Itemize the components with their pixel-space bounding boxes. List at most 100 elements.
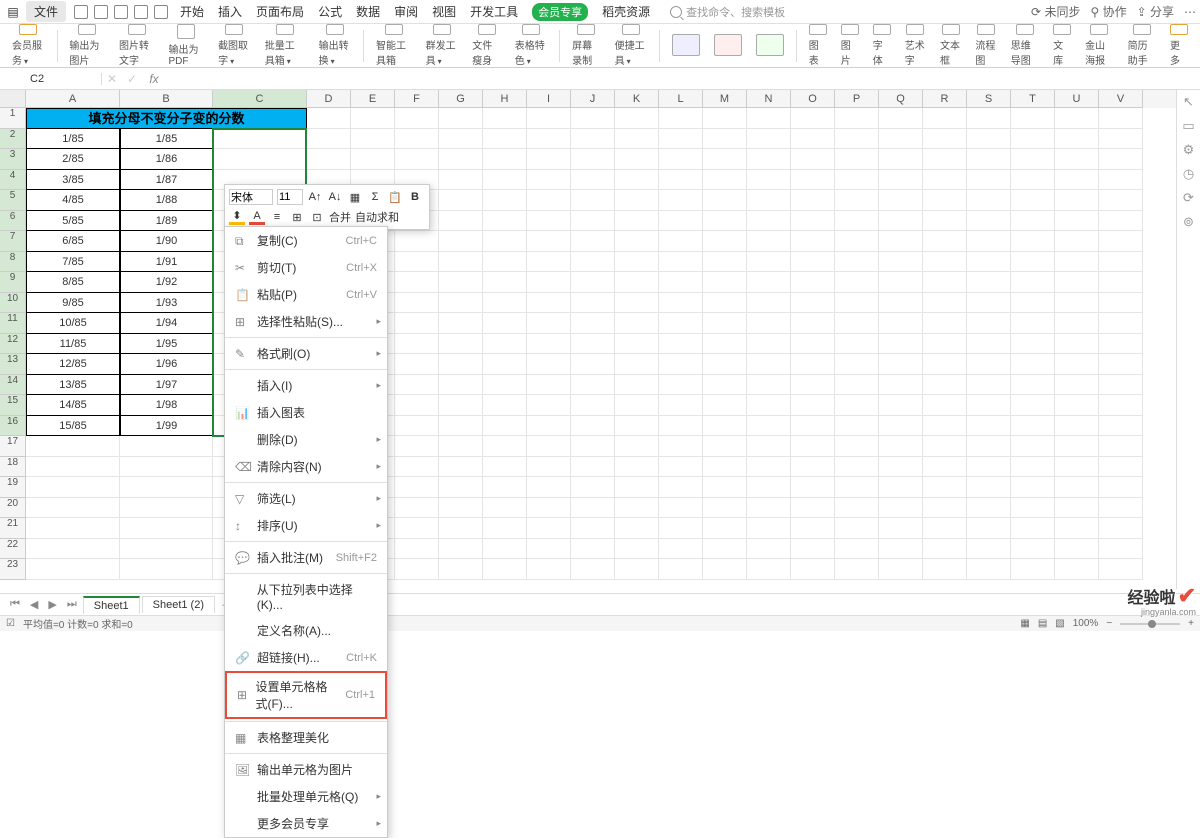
cell[interactable]: [483, 539, 527, 560]
cell[interactable]: [527, 477, 571, 498]
cell[interactable]: [615, 170, 659, 191]
cell[interactable]: [571, 293, 615, 314]
cell[interactable]: [395, 518, 439, 539]
rb-vip-service[interactable]: 会员服务: [6, 24, 51, 67]
format-icon[interactable]: ⊡: [309, 209, 325, 225]
cursor-icon[interactable]: ↖: [1182, 94, 1196, 108]
ctx-delete[interactable]: 删除(D): [225, 426, 387, 453]
cell[interactable]: [1099, 313, 1143, 334]
rb-mass-send[interactable]: 群发工具: [420, 24, 465, 67]
rb-template2[interactable]: [708, 24, 748, 67]
cell[interactable]: [1011, 334, 1055, 355]
zoom-in-icon[interactable]: +: [1188, 618, 1194, 629]
rb-screen-rec[interactable]: 屏幕录制: [566, 24, 606, 67]
cell[interactable]: [835, 293, 879, 314]
rb-font[interactable]: 字体: [867, 24, 897, 67]
row-header[interactable]: 22: [0, 539, 26, 560]
cell[interactable]: [395, 395, 439, 416]
cell[interactable]: [483, 313, 527, 334]
cell[interactable]: [1099, 539, 1143, 560]
cell[interactable]: [571, 211, 615, 232]
cell[interactable]: [439, 272, 483, 293]
cell[interactable]: [1011, 272, 1055, 293]
cell[interactable]: [659, 477, 703, 498]
col-S[interactable]: S: [967, 90, 1011, 108]
cell-B19[interactable]: [120, 477, 213, 498]
cell-A13[interactable]: 12/85: [26, 354, 120, 375]
cell[interactable]: [879, 436, 923, 457]
cell[interactable]: [659, 293, 703, 314]
cell[interactable]: [967, 170, 1011, 191]
cell[interactable]: [1055, 559, 1099, 580]
cell[interactable]: [835, 518, 879, 539]
ctx-copy[interactable]: ⧉复制(C)Ctrl+C: [225, 227, 387, 254]
cell[interactable]: [1011, 231, 1055, 252]
cell[interactable]: [615, 211, 659, 232]
cell[interactable]: [703, 149, 747, 170]
cell[interactable]: [615, 559, 659, 580]
cell[interactable]: [483, 108, 527, 129]
cell-A2[interactable]: 1/85: [26, 129, 120, 150]
cell[interactable]: [747, 231, 791, 252]
fill-color-icon[interactable]: ⬍: [229, 209, 245, 225]
cell-A22[interactable]: [26, 539, 120, 560]
row-header[interactable]: 18: [0, 457, 26, 478]
col-I[interactable]: I: [527, 90, 571, 108]
cell[interactable]: [1055, 108, 1099, 129]
col-P[interactable]: P: [835, 90, 879, 108]
cell[interactable]: [1099, 211, 1143, 232]
row-header[interactable]: 23: [0, 559, 26, 580]
row-header[interactable]: 2: [0, 129, 26, 150]
cell[interactable]: [439, 170, 483, 191]
cell[interactable]: [1055, 190, 1099, 211]
cell[interactable]: [395, 436, 439, 457]
more-icon[interactable]: ⋯: [1184, 5, 1196, 19]
rb-mindmap[interactable]: 思维导图: [1005, 24, 1045, 67]
name-box[interactable]: C2: [0, 73, 102, 85]
cell[interactable]: [307, 108, 351, 129]
cell[interactable]: [527, 293, 571, 314]
zoom-out-icon[interactable]: −: [1106, 618, 1112, 629]
cell[interactable]: [703, 498, 747, 519]
cell-A21[interactable]: [26, 518, 120, 539]
cell[interactable]: [703, 375, 747, 396]
cell[interactable]: [439, 211, 483, 232]
cell-B17[interactable]: [120, 436, 213, 457]
save-icon[interactable]: [74, 5, 88, 19]
cell[interactable]: [527, 108, 571, 129]
cell[interactable]: [703, 293, 747, 314]
cell[interactable]: [439, 436, 483, 457]
cell[interactable]: [703, 170, 747, 191]
tab-nav-prev[interactable]: ◀: [26, 598, 42, 611]
cell[interactable]: [923, 416, 967, 437]
cell[interactable]: [1011, 354, 1055, 375]
print-icon[interactable]: [134, 5, 148, 19]
row-header[interactable]: 19: [0, 477, 26, 498]
cell[interactable]: [747, 354, 791, 375]
cell[interactable]: [747, 416, 791, 437]
view-page-icon[interactable]: ▤: [1038, 618, 1047, 629]
cell[interactable]: [967, 252, 1011, 273]
cell[interactable]: [615, 518, 659, 539]
cell[interactable]: [879, 170, 923, 191]
cell[interactable]: [571, 457, 615, 478]
cell[interactable]: [967, 395, 1011, 416]
cell[interactable]: [659, 518, 703, 539]
cell[interactable]: [967, 375, 1011, 396]
cell-B5[interactable]: 1/88: [120, 190, 213, 211]
cell[interactable]: [703, 313, 747, 334]
decrease-font-icon[interactable]: A↓: [327, 189, 343, 205]
cell[interactable]: [395, 293, 439, 314]
cell[interactable]: [791, 354, 835, 375]
cell[interactable]: [483, 559, 527, 580]
cell[interactable]: [439, 498, 483, 519]
view-normal-icon[interactable]: ▦: [1020, 618, 1029, 629]
cell[interactable]: [747, 436, 791, 457]
cell-B22[interactable]: [120, 539, 213, 560]
cell[interactable]: [923, 313, 967, 334]
bold-icon[interactable]: B: [407, 189, 423, 205]
cell[interactable]: [747, 498, 791, 519]
cell[interactable]: [571, 231, 615, 252]
cell[interactable]: [1011, 313, 1055, 334]
cell[interactable]: [967, 313, 1011, 334]
